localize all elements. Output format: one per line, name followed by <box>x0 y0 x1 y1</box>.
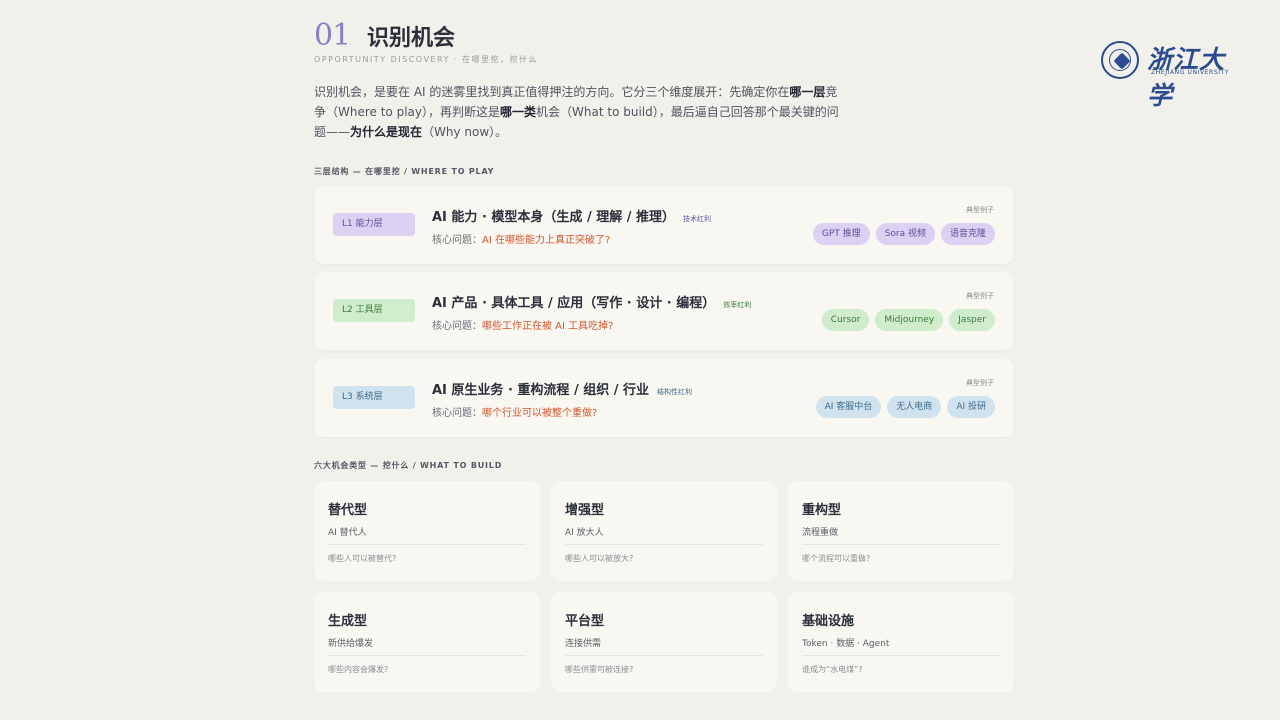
level-tag: L3 系统层 <box>333 386 415 409</box>
university-logo: 浙江大学 ZHEJIANG UNIVERSITY <box>1101 40 1246 110</box>
level-title: AI 原生业务 · 重构流程 / 组织 / 行业 结构性红利 <box>432 379 692 398</box>
examples-label: 典型例子 <box>966 206 994 214</box>
type-subtitle: AI 替代人 <box>328 528 367 538</box>
type-question: 哪些内容会爆发? <box>328 665 389 674</box>
type-subtitle: AI 放大人 <box>565 528 604 538</box>
type-card-restructure: 重构型 流程重做 哪个流程可以重做? <box>788 481 1014 581</box>
type-question: 哪些人可以被放大? <box>565 554 634 563</box>
level-question: 核心问题：AI 在哪些能力上真正突破了? <box>432 231 610 246</box>
type-name: 增强型 <box>565 503 605 518</box>
type-subtitle: Token · 数据 · Agent <box>802 639 890 649</box>
intro-bold-3: 为什么是现在 <box>350 125 423 139</box>
type-question: 哪些供需可被连接? <box>565 665 634 674</box>
type-name: 基础设施 <box>802 614 855 629</box>
question-prefix: 核心问题： <box>432 235 482 246</box>
divider <box>328 655 526 656</box>
example-chip: AI 投研 <box>947 396 995 418</box>
level-title: AI 产品 · 具体工具 / 应用（写作 · 设计 · 编程） 效率红利 <box>432 292 751 311</box>
type-card-generative: 生成型 新供给爆发 哪些内容会爆发? <box>314 592 540 692</box>
example-chips: Cursor Midjourney Jasper <box>821 309 995 331</box>
divider <box>328 544 526 545</box>
level-badge: 效率红利 <box>723 301 752 309</box>
level-tag: L2 工具层 <box>333 299 415 322</box>
levels-section-label: 三层结构 — 在哪里挖 / WHERE TO PLAY <box>314 167 495 176</box>
question-text: 哪些工作正在被 AI 工具吃掉? <box>482 321 614 332</box>
type-name: 替代型 <box>328 503 368 518</box>
level-title-text: AI 产品 · 具体工具 / 应用（写作 · 设计 · 编程） <box>432 296 716 311</box>
example-chip: Jasper <box>949 309 995 331</box>
level-question: 核心问题：哪些工作正在被 AI 工具吃掉? <box>432 317 613 332</box>
section-number: 01 <box>314 18 351 53</box>
page-title: 识别机会 <box>367 26 456 51</box>
level-tag: L1 能力层 <box>333 213 415 236</box>
level-question: 核心问题：哪个行业可以被整个重做? <box>432 404 597 419</box>
type-subtitle: 流程重做 <box>802 528 839 538</box>
intro-bold-2: 哪一类 <box>500 105 537 119</box>
question-prefix: 核心问题： <box>432 408 482 419</box>
example-chip: Cursor <box>821 309 870 331</box>
level-card-l2: L2 工具层 AI 产品 · 具体工具 / 应用（写作 · 设计 · 编程） 效率… <box>314 272 1014 350</box>
intro-text-4: （Why now）。 <box>422 125 508 139</box>
divider <box>565 544 763 545</box>
page-subtitle: OPPORTUNITY DISCOVERY · 在哪里挖，挖什么 <box>314 55 539 64</box>
level-title-text: AI 原生业务 · 重构流程 / 组织 / 行业 <box>432 383 650 398</box>
example-chip: AI 客服中台 <box>815 396 882 418</box>
intro-paragraph: 识别机会，是要在 AI 的迷雾里找到真正值得押注的方向。它分三个维度展开：先确定… <box>314 82 844 142</box>
type-card-platform: 平台型 连接供需 哪些供需可被连接? <box>551 592 777 692</box>
intro-bold-1: 哪一层 <box>789 85 826 99</box>
type-name: 重构型 <box>802 503 842 518</box>
example-chip: 语音克隆 <box>940 223 995 245</box>
logo-english-name: ZHEJIANG UNIVERSITY <box>1151 69 1230 76</box>
level-title: AI 能力 · 模型本身（生成 / 理解 / 推理） 技术红利 <box>432 206 711 225</box>
divider <box>802 655 1000 656</box>
intro-text-1: 识别机会，是要在 AI 的迷雾里找到真正值得押注的方向。它分三个维度展开：先确定… <box>314 85 790 99</box>
question-text: AI 在哪些能力上真正突破了? <box>482 235 611 246</box>
example-chips: GPT 推理 Sora 视频 语音克隆 <box>812 223 995 245</box>
type-name: 平台型 <box>565 614 605 629</box>
examples-label: 典型例子 <box>966 379 994 387</box>
question-text: 哪个行业可以被整个重做? <box>482 408 598 419</box>
level-card-l3: L3 系统层 AI 原生业务 · 重构流程 / 组织 / 行业 结构性红利 核心问… <box>314 359 1014 437</box>
type-card-infrastructure: 基础设施 Token · 数据 · Agent 谁成为“水电煤”? <box>788 592 1014 692</box>
level-title-text: AI 能力 · 模型本身（生成 / 理解 / 推理） <box>432 210 676 225</box>
level-card-l1: L1 能力层 AI 能力 · 模型本身（生成 / 理解 / 推理） 技术红利 核心… <box>314 186 1014 264</box>
type-subtitle: 连接供需 <box>565 639 602 649</box>
type-subtitle: 新供给爆发 <box>328 639 374 649</box>
type-question: 谁成为“水电煤”? <box>802 665 863 674</box>
types-section-label: 六大机会类型 — 挖什么 / WHAT TO BUILD <box>314 461 503 470</box>
example-chip: GPT 推理 <box>812 223 870 245</box>
logo-chinese-name: 浙江大学 <box>1147 45 1226 110</box>
level-badge: 结构性红利 <box>657 388 693 396</box>
divider <box>565 655 763 656</box>
example-chip: Midjourney <box>875 309 944 331</box>
examples-label: 典型例子 <box>966 292 994 300</box>
type-card-substitute: 替代型 AI 替代人 哪些人可以被替代? <box>314 481 540 581</box>
type-card-augment: 增强型 AI 放大人 哪些人可以被放大? <box>551 481 777 581</box>
type-question: 哪些人可以被替代? <box>328 554 397 563</box>
question-prefix: 核心问题： <box>432 321 482 332</box>
level-badge: 技术红利 <box>683 215 712 223</box>
divider <box>802 544 1000 545</box>
example-chip: 无人电商 <box>887 396 942 418</box>
section-header: 01 识别机会 OPPORTUNITY DISCOVERY · 在哪里挖，挖什么 <box>314 18 1014 66</box>
university-seal-icon <box>1101 41 1139 79</box>
example-chip: Sora 视频 <box>875 223 935 245</box>
type-name: 生成型 <box>328 614 368 629</box>
type-question: 哪个流程可以重做? <box>802 554 871 563</box>
example-chips: AI 客服中台 无人电商 AI 投研 <box>815 396 995 418</box>
